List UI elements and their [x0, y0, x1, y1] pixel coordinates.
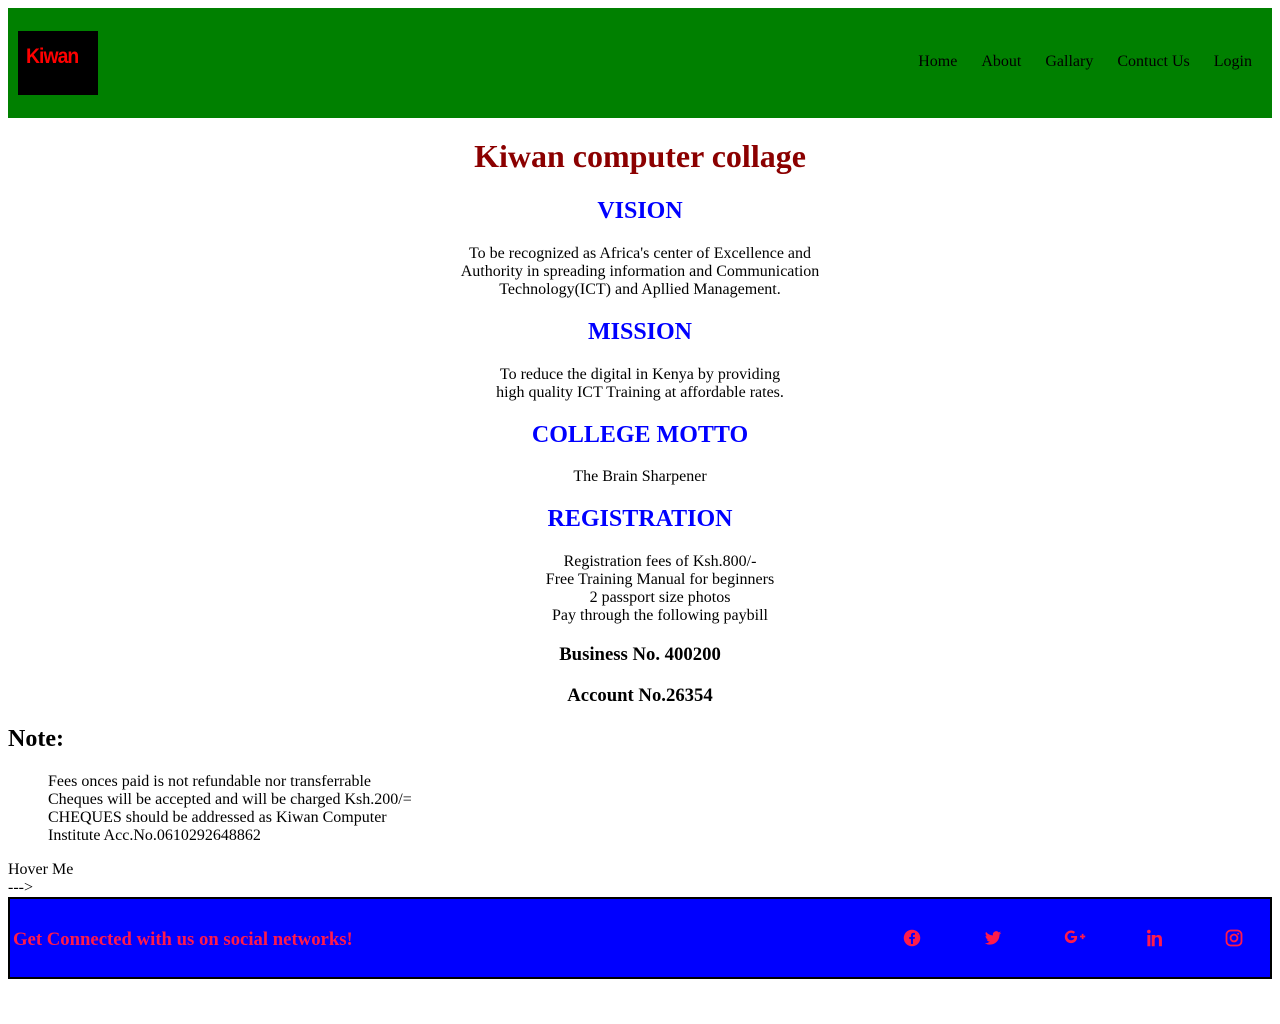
- registration-list: Registration fees of Ksh.800/- Free Trai…: [8, 553, 1272, 625]
- note-item: Fees onces paid is not refundable nor tr…: [48, 773, 371, 790]
- account-number: Account No.26354: [567, 685, 713, 706]
- vision-heading: VISION: [597, 198, 683, 224]
- google-plus-icon[interactable]: [1064, 929, 1088, 949]
- vision-line: To be recognized as Africa's center of E…: [468, 245, 812, 262]
- mission-text: To reduce the digital in Kenya by provid…: [8, 366, 1272, 402]
- logo-text: Kiwan: [26, 45, 79, 68]
- hover-me-label[interactable]: Hover Me: [8, 861, 73, 879]
- nav-home[interactable]: Home: [918, 53, 957, 71]
- nav-contact[interactable]: Contuct Us: [1117, 53, 1189, 71]
- registration-heading: REGISTRATION: [547, 506, 733, 532]
- site-header: Kiwan Home About Gallary Contuct Us Logi…: [8, 8, 1272, 118]
- note-item: CHEQUES should be addressed as Kiwan Com…: [48, 809, 387, 826]
- instagram-icon[interactable]: [1225, 929, 1245, 949]
- motto-line: The Brain Sharpener: [573, 468, 707, 485]
- nav-gallery[interactable]: Gallary: [1045, 53, 1093, 71]
- mission-line: high quality ICT Training at affordable …: [496, 384, 784, 401]
- hover-arrow: --->: [8, 879, 34, 896]
- vision-line: Authority in spreading information and C…: [460, 263, 820, 280]
- social-footer: Get Connected with us on social networks…: [8, 897, 1272, 979]
- linkedin-icon[interactable]: [1147, 929, 1167, 949]
- logo[interactable]: Kiwan: [18, 31, 98, 95]
- vision-text: To be recognized as Africa's center of E…: [8, 245, 1272, 299]
- business-number: Business No. 400200: [559, 644, 721, 665]
- registration-item: Pay through the following paybill: [552, 607, 768, 624]
- registration-item: Registration fees of Ksh.800/-: [563, 553, 757, 570]
- note-list: Fees onces paid is not refundable nor tr…: [48, 773, 412, 845]
- note-item: Institute Acc.No.0610292648862: [48, 827, 261, 844]
- nav-login[interactable]: Login: [1214, 53, 1252, 71]
- page: Kiwan Home About Gallary Contuct Us Logi…: [0, 0, 1280, 1024]
- footer-text: Get Connected with us on social networks…: [13, 929, 353, 950]
- twitter-icon[interactable]: [984, 929, 1004, 949]
- registration-item: Free Training Manual for beginners: [545, 571, 775, 588]
- nav-about[interactable]: About: [981, 53, 1021, 71]
- mission-line: To reduce the digital in Kenya by provid…: [499, 366, 781, 383]
- facebook-icon[interactable]: [903, 929, 923, 949]
- main-nav: Home About Gallary Contuct Us Login: [918, 53, 1252, 71]
- mission-heading: MISSION: [587, 319, 693, 345]
- vision-line: Technology(ICT) and Apllied Management.: [499, 281, 781, 298]
- note-heading: Note:: [8, 726, 64, 752]
- motto-text: The Brain Sharpener: [8, 468, 1272, 486]
- motto-heading: COLLEGE MOTTO: [531, 422, 749, 448]
- page-title: Kiwan computer collage: [474, 138, 806, 174]
- registration-item: 2 passport size photos: [589, 589, 731, 606]
- hover-me[interactable]: Hover Me --->: [8, 861, 73, 897]
- note-item: Cheques will be accepted and will be cha…: [48, 791, 412, 808]
